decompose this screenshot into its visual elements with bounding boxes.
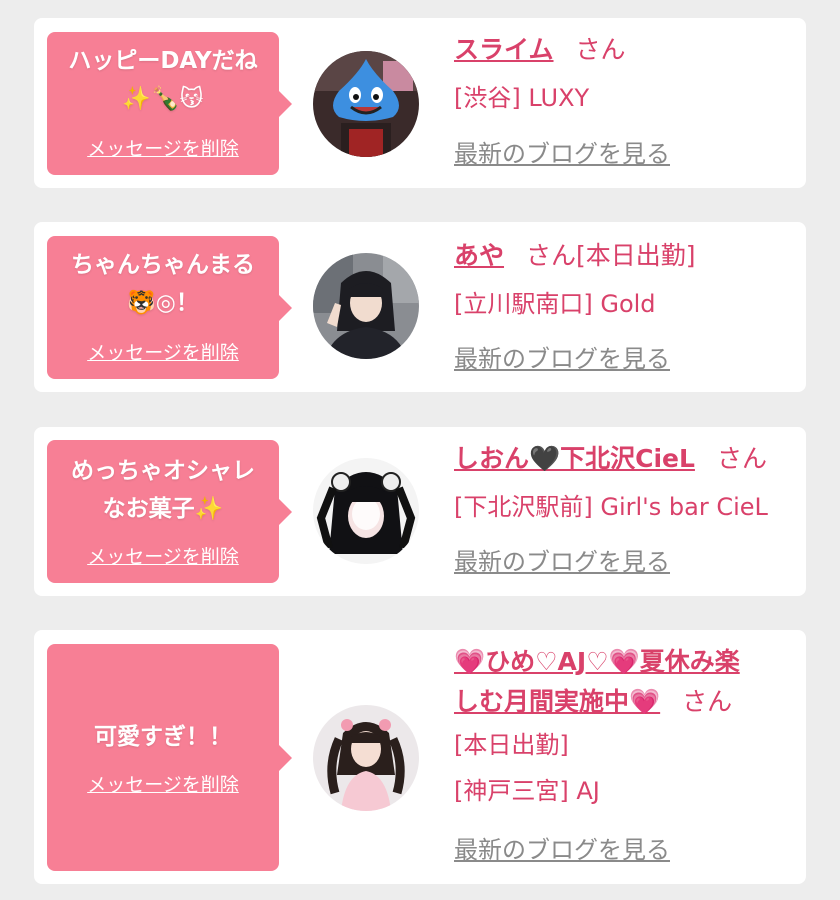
- message-text: ハッピーDAYだね ✨🍾😽: [68, 48, 258, 112]
- girl-name-line1: 💗ひめ♡AJ♡💗夏休み楽: [454, 647, 740, 676]
- message-card: めっちゃオシャレ なお菓子✨ メッセージを削除 しおん🖤下北沢CieL さん [下…: [34, 427, 806, 596]
- honorific: さん[本日出勤]: [526, 241, 696, 270]
- avatar-shion-photo: [313, 458, 419, 564]
- message-list: ハッピーDAYだね ✨🍾😽 メッセージを削除 スライム さん [渋谷] LUXY…: [0, 0, 840, 900]
- work-status: [本日出勤]: [454, 731, 569, 759]
- honorific: さん: [682, 687, 733, 716]
- honorific: さん: [716, 444, 767, 473]
- delete-message-link[interactable]: メッセージを削除: [87, 338, 239, 365]
- avatar[interactable]: [313, 51, 419, 157]
- shop-info: [神戸三宮] AJ: [454, 777, 600, 805]
- message-card: ハッピーDAYだね ✨🍾😽 メッセージを削除 スライム さん [渋谷] LUXY…: [34, 18, 806, 188]
- shop-info: [下北沢駅前] Girl's bar CieL: [454, 493, 768, 521]
- avatar[interactable]: [313, 458, 419, 564]
- name-line: 💗ひめ♡AJ♡💗夏休み楽 しむ月間実施中💗 さん: [454, 642, 786, 722]
- shop-info: [立川駅南口] Gold: [454, 290, 656, 318]
- girl-name-link[interactable]: スライム: [454, 35, 554, 64]
- honorific: さん: [575, 35, 626, 64]
- latest-blog-link[interactable]: 最新のブログを見る: [454, 343, 670, 375]
- message-bubble: ちゃんちゃんまる 🐯◎！ メッセージを削除: [47, 236, 292, 379]
- profile-info: しおん🖤下北沢CieL さん [下北沢駅前] Girl's bar CieL: [454, 435, 786, 531]
- latest-blog-link[interactable]: 最新のブログを見る: [454, 546, 670, 578]
- profile-info: スライム さん [渋谷] LUXY: [454, 26, 786, 122]
- message-bubble: めっちゃオシャレ なお菓子✨ メッセージを削除: [47, 440, 292, 583]
- girl-name-link[interactable]: あや: [454, 241, 504, 270]
- avatar-aya-photo: [313, 253, 419, 359]
- latest-blog-link[interactable]: 最新のブログを見る: [454, 138, 670, 170]
- name-line: スライム さん: [454, 26, 786, 74]
- name-line: しおん🖤下北沢CieL さん: [454, 435, 786, 483]
- girl-name-line2: しむ月間実施中💗: [454, 687, 661, 716]
- latest-blog-link[interactable]: 最新のブログを見る: [454, 834, 670, 866]
- shop-info: [渋谷] LUXY: [454, 84, 590, 112]
- avatar[interactable]: [313, 253, 419, 359]
- message-card: 可愛すぎ！！ メッセージを削除 💗ひめ♡AJ♡💗夏休み楽 しむ月間実施中💗 さん […: [34, 630, 806, 884]
- message-bubble: ハッピーDAYだね ✨🍾😽 メッセージを削除: [47, 32, 292, 175]
- message-text: 可愛すぎ！！: [94, 724, 232, 750]
- delete-message-link[interactable]: メッセージを削除: [87, 134, 239, 161]
- avatar-hime-photo: [313, 705, 419, 811]
- message-bubble: 可愛すぎ！！ メッセージを削除: [47, 644, 292, 871]
- name-line: あや さん[本日出勤]: [454, 232, 786, 280]
- avatar-slime-photo: [313, 51, 419, 157]
- message-card: ちゃんちゃんまる 🐯◎！ メッセージを削除 あや さん[本日出勤] [立川駅南口]…: [34, 222, 806, 392]
- delete-message-link[interactable]: メッセージを削除: [87, 542, 239, 569]
- avatar[interactable]: [313, 705, 419, 811]
- profile-info: あや さん[本日出勤] [立川駅南口] Gold: [454, 232, 786, 328]
- message-text: めっちゃオシャレ なお菓子✨: [71, 458, 255, 522]
- girl-name-link[interactable]: しおん🖤下北沢CieL: [454, 444, 695, 473]
- delete-message-link[interactable]: メッセージを削除: [87, 770, 239, 797]
- profile-info: 💗ひめ♡AJ♡💗夏休み楽 しむ月間実施中💗 さん [本日出勤] [神戸三宮] AJ: [454, 642, 786, 814]
- message-text: ちゃんちゃんまる 🐯◎！: [71, 252, 255, 316]
